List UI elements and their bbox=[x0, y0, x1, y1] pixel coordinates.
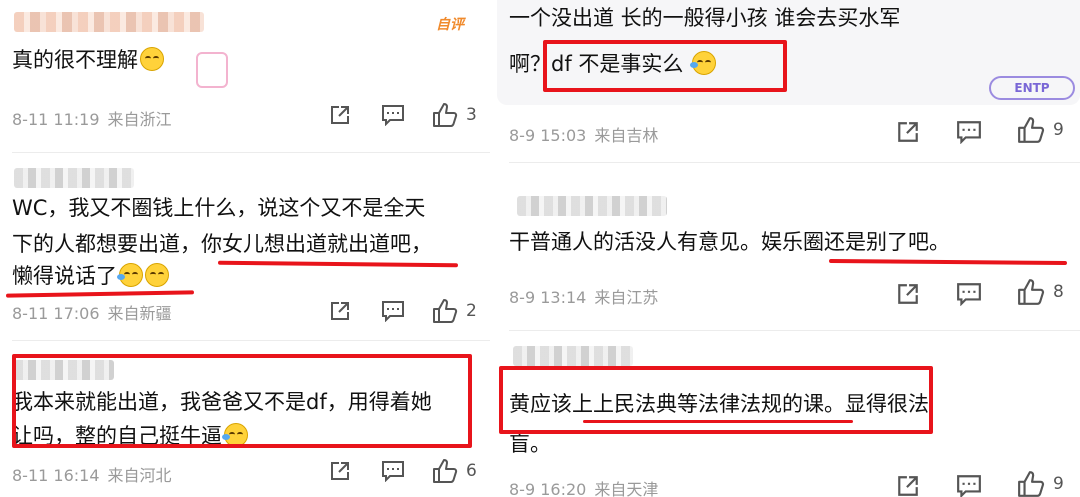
thumbs-up-icon bbox=[433, 103, 458, 127]
column-gap bbox=[490, 0, 497, 497]
crying-laugh-emoji-icon bbox=[117, 263, 143, 287]
share-icon bbox=[898, 284, 918, 304]
comment-item: WC，我又不圈钱上什么，说这个又不是全天 下的人都想要出道，你女儿想出道就出道吧… bbox=[0, 152, 490, 342]
comment-item: 干普通人的活没人有意见。娱乐圈还是别了吧。 8-9 13:14 来自江苏 8 bbox=[497, 162, 1080, 330]
comment-icon bbox=[382, 461, 404, 482]
comment-button[interactable] bbox=[381, 460, 405, 482]
share-button[interactable] bbox=[329, 300, 351, 322]
like-button[interactable]: 8 bbox=[1017, 278, 1064, 306]
share-icon bbox=[331, 462, 349, 480]
comment-button[interactable] bbox=[381, 300, 405, 322]
share-button[interactable] bbox=[329, 460, 351, 482]
emoji-icon bbox=[140, 47, 164, 71]
comment-text-line: WC，我又不圈钱上什么，说这个又不是全天 bbox=[12, 196, 426, 220]
comment-button[interactable] bbox=[956, 120, 982, 144]
comment-text: 真的很不理解 bbox=[12, 42, 164, 79]
like-count: 9 bbox=[1053, 474, 1064, 494]
username-blurred bbox=[14, 12, 204, 32]
like-button[interactable]: 9 bbox=[1017, 470, 1064, 497]
like-button[interactable]: 3 bbox=[432, 102, 477, 128]
username-blurred bbox=[517, 196, 667, 216]
share-icon bbox=[331, 106, 349, 124]
share-button[interactable] bbox=[896, 120, 920, 144]
share-button[interactable] bbox=[896, 282, 920, 306]
left-screenshot: 自评 真的很不理解 8-11 11:19 来自浙江 3 WC，我又不圈钱上什么，说… bbox=[0, 0, 490, 497]
comment-button[interactable] bbox=[956, 282, 982, 306]
like-count: 9 bbox=[1053, 120, 1064, 140]
share-button[interactable] bbox=[329, 104, 351, 126]
thumbs-up-icon bbox=[433, 459, 458, 483]
like-button[interactable]: 9 bbox=[1017, 116, 1064, 144]
username-blurred bbox=[513, 346, 633, 366]
red-underline-annotation bbox=[583, 420, 853, 423]
self-comment-badge: 自评 bbox=[436, 17, 464, 33]
right-screenshot: 一个没出道 长的一般得小孩 谁会去买水军 啊？df 不是事实么 ENTP 8-9… bbox=[497, 0, 1080, 497]
comment-item: 我本来就能出道，我爸爸又不是df，用得着她 让吗，整的自己挺牛逼 8-11 16… bbox=[0, 340, 490, 497]
like-count: 2 bbox=[466, 301, 477, 321]
like-button[interactable]: 6 bbox=[432, 458, 477, 484]
comment-item: 一个没出道 长的一般得小孩 谁会去买水军 啊？df 不是事实么 ENTP 8-9… bbox=[497, 0, 1080, 168]
comment-meta: 8-9 13:14 来自江苏 bbox=[509, 288, 659, 307]
entp-sticker-icon: ENTP bbox=[989, 76, 1075, 100]
comment-meta: 8-9 15:03 来自吉林 bbox=[509, 126, 659, 145]
username-blurred bbox=[14, 168, 134, 188]
comment-icon bbox=[382, 105, 404, 126]
red-box-annotation bbox=[499, 366, 933, 434]
comment-icon bbox=[957, 475, 981, 497]
thumbs-up-icon bbox=[433, 299, 458, 323]
comment-button[interactable] bbox=[956, 474, 982, 497]
comment-text-line: 一个没出道 长的一般得小孩 谁会去买水军 bbox=[509, 6, 901, 30]
comment-meta: 8-11 17:06 来自新疆 bbox=[12, 304, 172, 323]
thumbs-up-icon bbox=[1018, 471, 1045, 497]
comment-meta: 8-11 16:14 来自河北 bbox=[12, 466, 172, 485]
comment-item: 黄应该上上民法典等法律法规的课。显得很法 盲。 8-9 16:20 来自天津 9 bbox=[497, 330, 1080, 497]
like-count: 3 bbox=[466, 105, 477, 125]
comment-icon bbox=[382, 301, 404, 322]
thinking-emoji-icon bbox=[145, 263, 169, 287]
comment-icon bbox=[957, 283, 981, 306]
comment-text-line: 懒得说话了 bbox=[12, 258, 169, 295]
like-button[interactable]: 2 bbox=[432, 298, 477, 324]
comment-meta: 8-11 11:19 来自浙江 bbox=[12, 110, 172, 129]
red-box-annotation bbox=[12, 354, 472, 448]
share-icon bbox=[898, 122, 918, 142]
sticker-icon bbox=[196, 52, 228, 88]
red-underline-annotation bbox=[828, 258, 1068, 266]
thumbs-up-icon bbox=[1018, 117, 1045, 143]
share-icon bbox=[331, 302, 349, 320]
share-icon bbox=[898, 476, 918, 496]
thumbs-up-icon bbox=[1018, 279, 1045, 305]
like-count: 8 bbox=[1053, 282, 1064, 302]
share-button[interactable] bbox=[896, 474, 920, 497]
red-box-annotation bbox=[543, 40, 787, 92]
comment-item: 自评 真的很不理解 8-11 11:19 来自浙江 3 bbox=[0, 0, 490, 150]
like-count: 6 bbox=[466, 461, 477, 481]
comment-text-line: 干普通人的活没人有意见。娱乐圈还是别了吧。 bbox=[509, 230, 950, 254]
comment-meta: 8-9 16:20 来自天津 bbox=[509, 480, 659, 497]
comment-button[interactable] bbox=[381, 104, 405, 126]
comment-icon bbox=[957, 121, 981, 144]
